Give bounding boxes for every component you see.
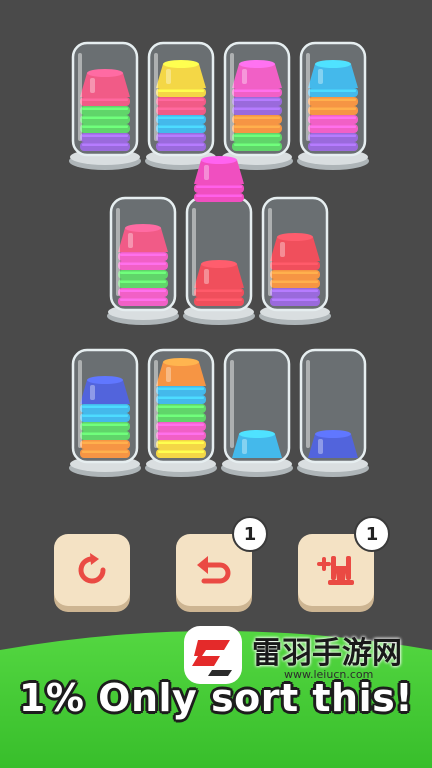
tube-glass-front xyxy=(261,196,329,312)
tube[interactable] xyxy=(69,41,141,170)
tube-glass-front xyxy=(71,41,139,157)
tube[interactable] xyxy=(221,41,293,170)
cup-ring xyxy=(194,193,244,202)
tube-shine xyxy=(192,208,196,296)
tube-shine xyxy=(268,208,272,296)
tube-glass-front xyxy=(223,41,291,157)
add-tube-button[interactable]: 1 xyxy=(298,516,390,606)
tube-glass-front xyxy=(223,348,291,464)
tube-glass-front xyxy=(299,41,367,157)
watermark-url: www.leiucn.com xyxy=(284,668,374,681)
tube-glass-front xyxy=(147,41,215,157)
tube[interactable] xyxy=(69,348,141,477)
tube-shine xyxy=(116,208,120,296)
tube-glass-front xyxy=(185,196,253,312)
cup-ring xyxy=(194,184,244,193)
cup-rim xyxy=(201,156,237,164)
tube-glass-front xyxy=(71,348,139,464)
tube[interactable] xyxy=(107,196,179,325)
tube[interactable] xyxy=(297,348,369,477)
cup-ring-highlight xyxy=(196,185,242,188)
restart-button[interactable] xyxy=(54,534,130,606)
add-tube-count-badge: 1 xyxy=(354,516,390,552)
tube[interactable] xyxy=(221,348,293,477)
tube-glass-front xyxy=(147,348,215,464)
tube[interactable] xyxy=(183,196,255,325)
tube-shine xyxy=(154,360,158,448)
tube-shine xyxy=(154,53,158,141)
tube-shine xyxy=(78,360,82,448)
undo-button[interactable]: 1 xyxy=(176,516,268,606)
cup-shine xyxy=(204,165,209,180)
undo-count-badge: 1 xyxy=(232,516,268,552)
tube-shine xyxy=(306,53,310,141)
tube[interactable] xyxy=(145,41,217,170)
watermark-logo xyxy=(184,626,242,684)
tube-shine xyxy=(230,360,234,448)
add-tube-icon xyxy=(317,556,354,585)
tube[interactable] xyxy=(297,41,369,170)
watermark-name: 雷羽手游网 xyxy=(252,636,402,671)
tube-glass-front xyxy=(299,348,367,464)
tube[interactable] xyxy=(145,348,217,477)
tube-glass-front xyxy=(109,196,177,312)
tube[interactable] xyxy=(259,196,331,325)
restart-icon xyxy=(78,553,106,584)
tube-shine xyxy=(306,360,310,448)
tube-shine xyxy=(78,53,82,141)
lifted-cup-stack xyxy=(194,156,244,202)
tube-shine xyxy=(230,53,234,141)
undo-icon xyxy=(197,556,231,584)
cup-ring-highlight xyxy=(196,194,242,197)
